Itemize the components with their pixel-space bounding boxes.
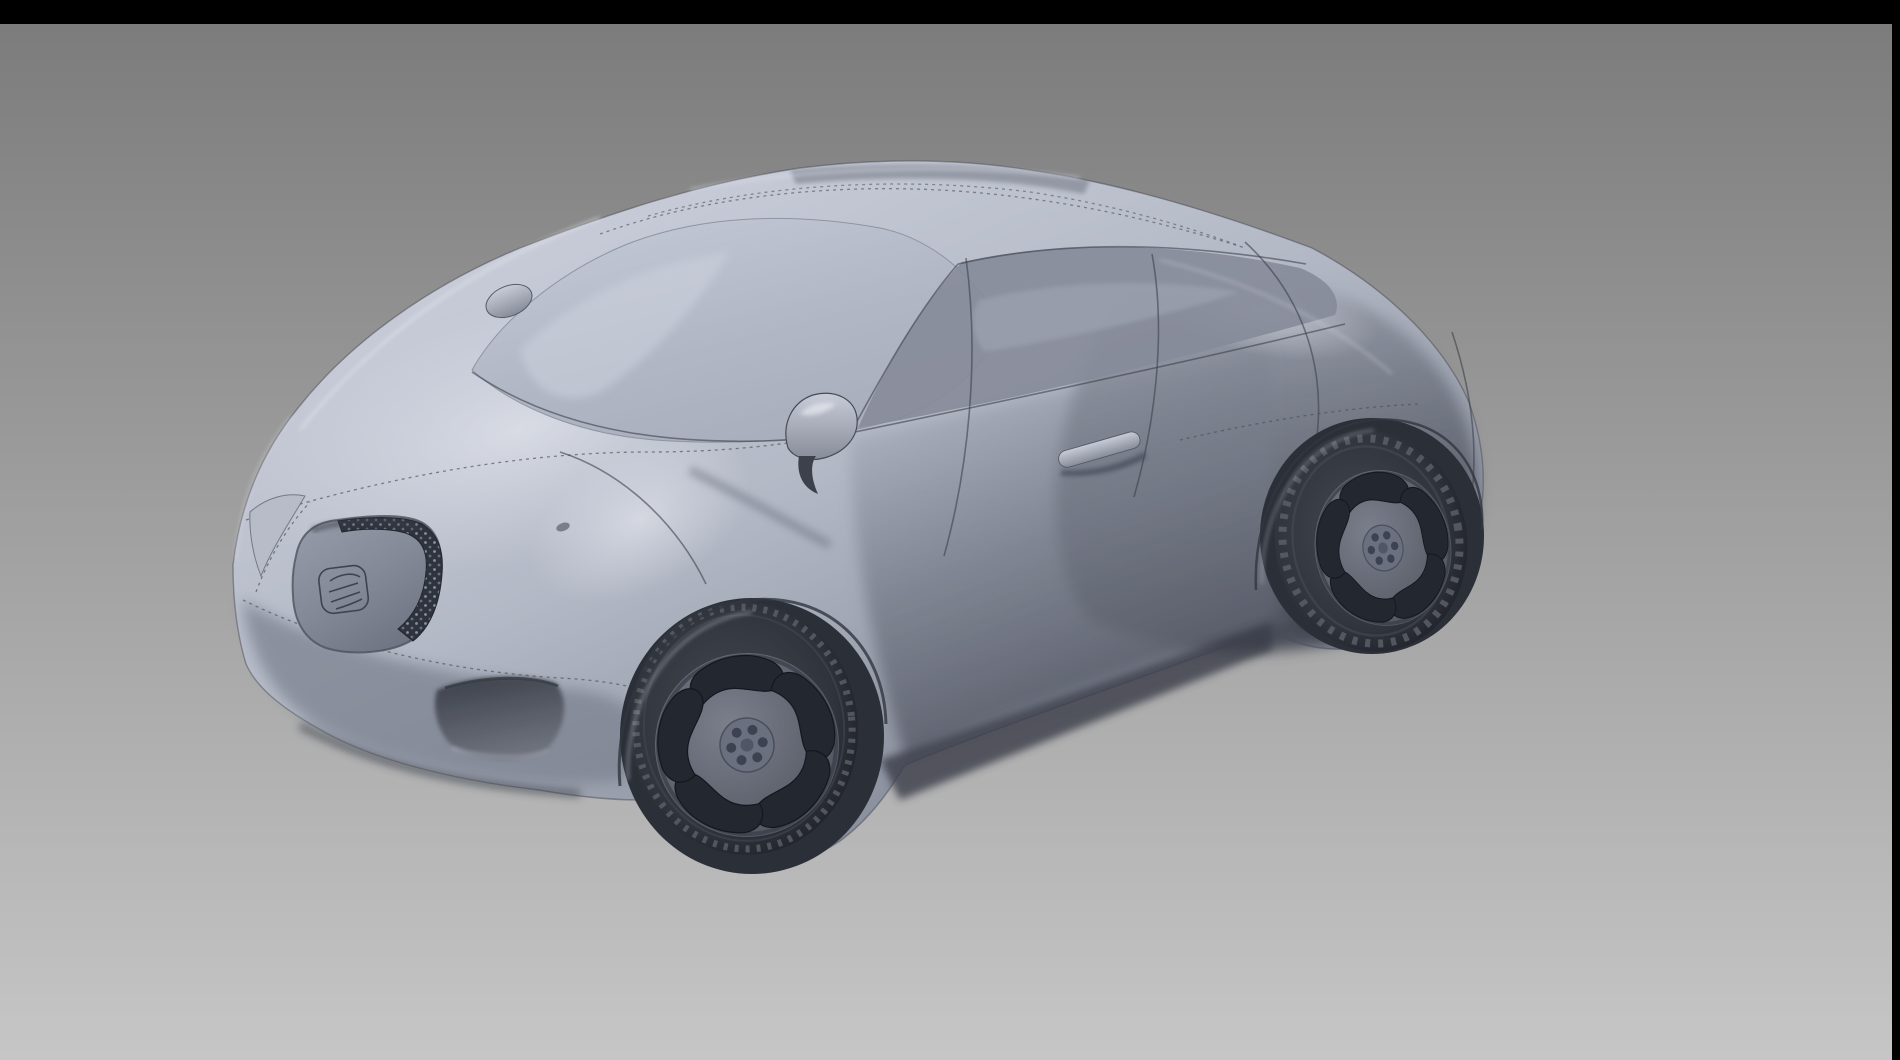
top-black-bar	[0, 0, 1900, 24]
right-black-bar	[1892, 0, 1900, 1060]
air-intake	[435, 677, 564, 759]
front-grille	[293, 516, 443, 652]
app-window	[0, 0, 1900, 1060]
3d-viewport[interactable]	[0, 0, 1900, 1060]
